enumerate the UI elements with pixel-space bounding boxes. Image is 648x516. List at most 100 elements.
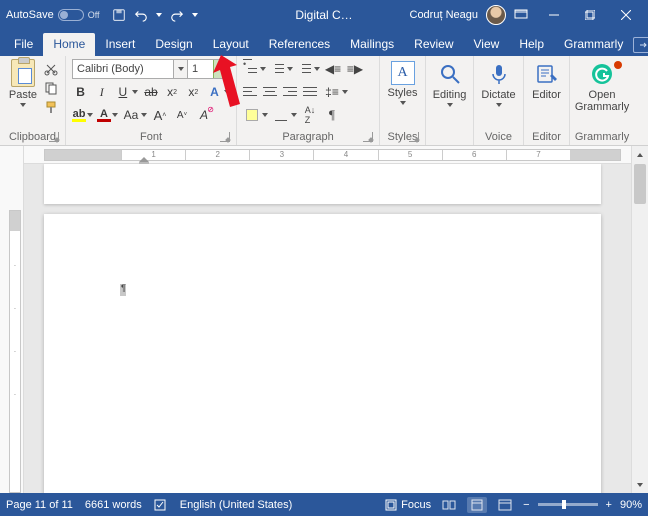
increase-indent-button[interactable]: ≡▶ (346, 60, 364, 78)
editing-button[interactable]: Editing (430, 59, 470, 109)
tab-file[interactable]: File (4, 33, 43, 56)
show-hide-button[interactable]: ¶ (323, 106, 341, 124)
tab-insert[interactable]: Insert (95, 33, 145, 56)
chevron-down-icon[interactable] (224, 90, 230, 94)
superscript-button[interactable]: x2 (185, 83, 202, 101)
numbering-button[interactable] (270, 62, 286, 76)
tab-help[interactable]: Help (509, 33, 554, 56)
chevron-down-icon[interactable] (291, 113, 297, 117)
zoom-out-button[interactable]: − (523, 499, 529, 511)
dialog-launcher-icon[interactable] (220, 132, 230, 142)
text-effects-button[interactable]: A (206, 83, 223, 101)
align-right-button[interactable] (283, 85, 299, 99)
save-icon[interactable] (112, 8, 126, 22)
subscript-button[interactable]: x2 (164, 83, 181, 101)
dialog-launcher-icon[interactable] (49, 132, 59, 142)
borders-button[interactable] (272, 106, 290, 124)
autosave-switch-off-icon[interactable] (58, 9, 84, 21)
scroll-down-icon[interactable] (632, 476, 648, 493)
scroll-thumb[interactable] (634, 164, 646, 204)
font-size-value[interactable]: 1 (188, 63, 213, 75)
minimize-button[interactable] (536, 0, 572, 30)
chevron-down-icon[interactable] (262, 113, 268, 117)
ribbon-display-icon[interactable] (514, 7, 528, 24)
status-page[interactable]: Page 11 of 11 (6, 499, 73, 511)
focus-mode-button[interactable]: Focus (385, 499, 431, 511)
undo-more-icon[interactable] (156, 13, 162, 17)
autosave-toggle[interactable]: AutoSave Off (0, 9, 106, 21)
qat-customize-icon[interactable] (192, 13, 198, 17)
italic-button[interactable]: I (93, 83, 110, 101)
chevron-down-icon[interactable] (132, 90, 138, 94)
clear-formatting-button[interactable]: A⊘ (195, 106, 213, 124)
font-size-dropdown-icon[interactable] (213, 60, 227, 78)
document-canvas[interactable] (24, 164, 631, 493)
align-justify-button[interactable] (303, 85, 319, 99)
status-words[interactable]: 6661 words (85, 499, 142, 511)
styles-button[interactable]: A Styles (383, 59, 423, 107)
tab-references[interactable]: References (259, 33, 340, 56)
bullets-button[interactable] (243, 62, 259, 76)
font-color-button[interactable]: A (97, 108, 111, 122)
highlight-button[interactable]: ab (72, 108, 86, 122)
editor-button[interactable]: Editor (527, 59, 567, 103)
sort-button[interactable]: A↓Z (301, 106, 319, 124)
cut-button[interactable] (43, 61, 59, 77)
chevron-down-icon[interactable] (87, 113, 93, 117)
dialog-launcher-icon[interactable] (409, 132, 419, 142)
tab-mailings[interactable]: Mailings (340, 33, 404, 56)
status-language[interactable]: English (United States) (180, 499, 293, 511)
user-avatar[interactable] (486, 5, 506, 25)
chevron-down-icon[interactable] (287, 67, 293, 71)
tab-view[interactable]: View (464, 33, 510, 56)
font-name-combo[interactable]: Calibri (Body) (72, 59, 188, 79)
chevron-down-icon[interactable] (342, 90, 348, 94)
line-spacing-button[interactable]: ‡≡ (323, 83, 341, 101)
shading-button[interactable] (243, 106, 261, 124)
scroll-up-icon[interactable] (632, 146, 648, 163)
share-button[interactable] (633, 37, 648, 53)
print-layout-button[interactable] (467, 497, 487, 513)
decrease-indent-button[interactable]: ◀≡ (324, 60, 342, 78)
grammarly-button[interactable]: Open Grammarly (576, 59, 628, 115)
vertical-scrollbar[interactable] (631, 146, 648, 493)
read-mode-button[interactable] (439, 497, 459, 513)
dictate-button[interactable]: Dictate (479, 59, 519, 109)
zoom-slider[interactable] (538, 503, 598, 506)
tab-home[interactable]: Home (43, 33, 95, 56)
underline-button[interactable]: U (114, 83, 131, 101)
bold-button[interactable]: B (72, 83, 89, 101)
restore-button[interactable] (572, 0, 608, 30)
shrink-font-button[interactable]: A˅ (173, 106, 191, 124)
align-center-button[interactable] (263, 85, 279, 99)
chevron-down-icon[interactable] (260, 67, 266, 71)
font-size-combo[interactable]: 1 (188, 59, 228, 79)
tab-review[interactable]: Review (404, 33, 463, 56)
chevron-down-icon[interactable] (314, 67, 320, 71)
change-case-button[interactable]: Aa (122, 106, 140, 124)
redo-icon[interactable] (170, 8, 184, 22)
tab-design[interactable]: Design (145, 33, 202, 56)
copy-button[interactable] (43, 80, 59, 96)
status-spellcheck[interactable] (154, 499, 168, 511)
grow-font-button[interactable]: A˄ (151, 106, 169, 124)
page[interactable] (44, 214, 601, 493)
strike-button[interactable]: ab (142, 83, 159, 101)
chevron-down-icon[interactable] (141, 113, 147, 117)
close-button[interactable] (608, 0, 644, 30)
format-painter-button[interactable] (43, 99, 59, 115)
vertical-ruler[interactable]: ···· (0, 146, 24, 493)
undo-icon[interactable] (134, 8, 148, 22)
font-name-dropdown-icon[interactable] (173, 60, 187, 78)
multilevel-button[interactable] (297, 62, 313, 76)
dialog-launcher-icon[interactable] (363, 132, 373, 142)
chevron-down-icon[interactable] (112, 113, 118, 117)
web-layout-button[interactable] (495, 497, 515, 513)
align-left-button[interactable] (243, 85, 259, 99)
zoom-in-button[interactable]: + (606, 499, 612, 511)
zoom-value[interactable]: 90% (620, 499, 642, 511)
paste-button[interactable]: Paste (6, 59, 40, 107)
horizontal-ruler[interactable]: 1234567 (24, 146, 631, 164)
tab-layout[interactable]: Layout (203, 33, 259, 56)
tab-grammarly[interactable]: Grammarly (554, 33, 633, 56)
